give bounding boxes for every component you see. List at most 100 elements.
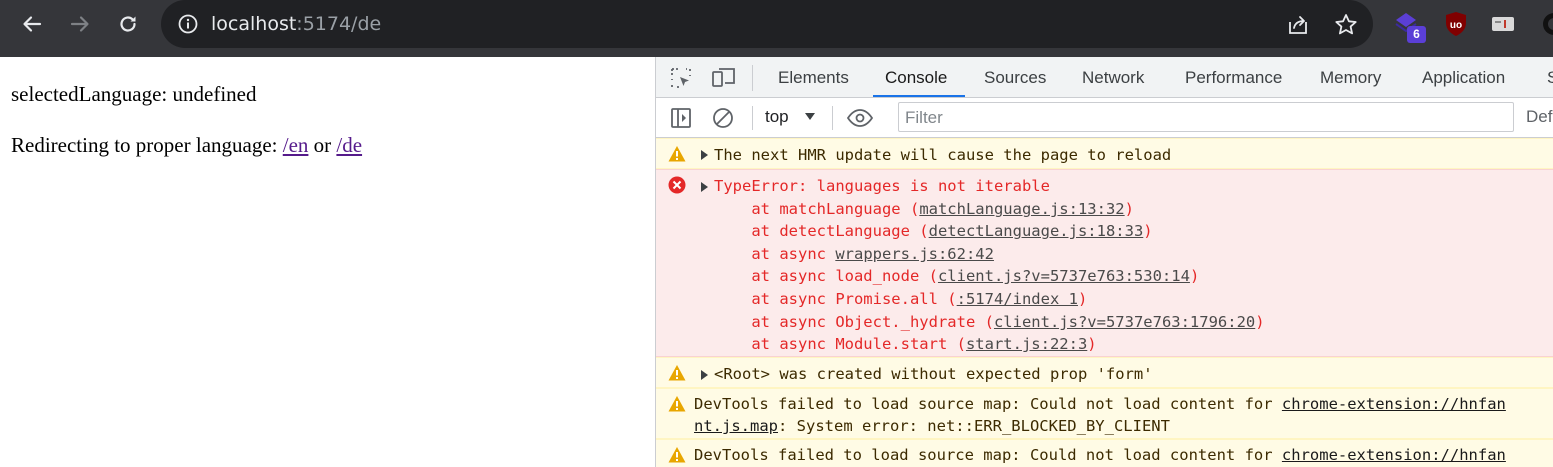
stack-frame: at async wrappers.js:62:42	[714, 243, 994, 265]
console-warning[interactable]: The next HMR update will cause the page …	[656, 138, 1553, 169]
stack-frame: at async Promise.all (:5174/index 1)	[714, 288, 1087, 310]
stack-frame-suffix: )	[1143, 222, 1153, 240]
stack-frame: at async Module.start (start.js:22:3)	[714, 333, 1097, 355]
stack-frame-link[interactable]: client.js?v=5737e763:1796:20	[994, 313, 1255, 331]
console-error[interactable]: TypeError: languages is not iterable at …	[656, 169, 1553, 357]
stack-frame-prefix: at async Promise.all (	[714, 290, 957, 308]
link-separator: or	[308, 133, 337, 157]
forward-button[interactable]	[63, 8, 97, 40]
toolbar-separator	[832, 106, 833, 130]
address-bar[interactable]: localhost:5174/de	[161, 0, 1373, 48]
source-map-link[interactable]: chrome-extension://hnfan	[1282, 395, 1506, 413]
toolbar-separator	[752, 65, 753, 91]
tab-console[interactable]: Console	[872, 57, 966, 97]
tab-memory[interactable]: Memory	[1320, 57, 1381, 97]
stack-frame: at matchLanguage (matchLanguage.js:13:32…	[714, 198, 1134, 220]
stack-frame-link[interactable]: client.js?v=5737e763:530:14	[938, 267, 1190, 285]
tab-elements[interactable]: Elements	[778, 57, 849, 97]
warning-text-continued: nt.js.map: System error: net::ERR_BLOCKE…	[694, 415, 1170, 437]
profile-avatar[interactable]	[1540, 10, 1553, 38]
avatar-icon	[1543, 13, 1553, 35]
console-toolbar: top Filter Def	[656, 98, 1553, 138]
stack-frame-suffix: )	[1077, 290, 1088, 308]
expand-triangle-icon[interactable]	[701, 150, 708, 160]
info-icon[interactable]	[177, 13, 199, 35]
reload-icon	[120, 16, 136, 32]
devtools-panel: Elements Console Sources Network Perform…	[655, 57, 1553, 467]
redirect-prefix: Redirecting to proper language:	[11, 133, 283, 157]
expand-triangle-icon[interactable]	[701, 182, 708, 192]
browser-toolbar: localhost:5174/de 6 uo	[0, 0, 1553, 57]
stack-frame-link[interactable]: wrappers.js:62:42	[835, 245, 994, 263]
stack-frame-suffix: )	[1087, 335, 1097, 353]
inspect-element-icon[interactable]	[669, 66, 693, 90]
stack-frame-link[interactable]: :5174/index 1	[957, 290, 1078, 308]
tab-sources[interactable]: Sources	[984, 57, 1046, 97]
share-icon[interactable]	[1285, 12, 1311, 38]
stack-frame-link[interactable]: matchLanguage.js:13:32	[919, 200, 1124, 218]
card-extension-icon	[1492, 17, 1514, 31]
stack-frame: at async load_node (client.js?v=5737e763…	[714, 265, 1199, 287]
expand-triangle-icon[interactable]	[701, 370, 708, 380]
url-text[interactable]: localhost:5174/de	[211, 12, 381, 36]
warning-prefix: DevTools failed to load source map: Coul…	[694, 395, 1282, 413]
redirect-text: Redirecting to proper language: /en or /…	[11, 133, 362, 158]
stack-frame-prefix: at matchLanguage (	[714, 200, 920, 218]
page-content: selectedLanguage: undefined Redirecting …	[0, 57, 655, 467]
warning-icon	[668, 365, 686, 381]
context-label: top	[765, 107, 789, 126]
tab-performance[interactable]: Performance	[1185, 57, 1282, 97]
error-title: TypeError: languages is not iterable	[714, 177, 1050, 195]
stack-frame: at async Object._hydrate (client.js?v=57…	[714, 311, 1265, 333]
back-button[interactable]	[15, 8, 49, 40]
stack-frame: at detectLanguage (detectLanguage.js:18:…	[714, 220, 1153, 242]
warning-text: DevTools failed to load source map: Coul…	[694, 393, 1506, 415]
stack-frame-link[interactable]: detectLanguage.js:18:33	[929, 222, 1144, 240]
stack-frame-prefix: at async Module.start (	[714, 335, 966, 353]
selected-language-text: selectedLanguage: undefined	[11, 82, 257, 106]
link-en[interactable]: /en	[283, 133, 309, 157]
error-icon	[668, 176, 686, 194]
warning-text: DevTools failed to load source map: Coul…	[694, 444, 1506, 466]
toolbar-separator	[752, 106, 753, 130]
tab-application[interactable]: Application	[1422, 57, 1505, 97]
link-de[interactable]: /de	[336, 133, 362, 157]
filter-input[interactable]: Filter	[898, 102, 1514, 132]
device-toolbar-icon[interactable]	[711, 66, 737, 90]
console-warning[interactable]: <Root> was created without expected prop…	[656, 357, 1553, 388]
source-map-link[interactable]: chrome-extension://hnfan	[1282, 446, 1506, 464]
url-path: :5174/de	[296, 13, 382, 35]
source-map-file-link[interactable]: nt.js.map	[694, 417, 778, 435]
warning-prefix: DevTools failed to load source map: Coul…	[694, 446, 1282, 464]
eye-icon[interactable]	[846, 107, 874, 129]
console-warning[interactable]: DevTools failed to load source map: Coul…	[656, 388, 1553, 439]
dropdown-triangle-icon[interactable]	[804, 112, 816, 122]
extension-card-button[interactable]	[1489, 10, 1517, 38]
ublock-extension-button[interactable]: uo	[1442, 10, 1470, 38]
context-selector[interactable]: top	[765, 107, 789, 127]
svg-text:uo: uo	[1450, 20, 1462, 31]
warning-icon	[668, 396, 686, 412]
devtools-tabbar: Elements Console Sources Network Perform…	[656, 57, 1553, 98]
tab-network[interactable]: Network	[1082, 57, 1144, 97]
stack-frame-suffix: )	[1255, 313, 1265, 331]
stack-frame-link[interactable]: start.js:22:3	[966, 335, 1087, 353]
stack-frame-suffix: )	[1189, 267, 1200, 285]
default-levels-dropdown[interactable]: Def	[1526, 107, 1552, 127]
extension-layers-button[interactable]: 6	[1393, 10, 1426, 43]
reload-button[interactable]	[111, 8, 145, 40]
tab-overflow[interactable]: S	[1547, 57, 1553, 97]
extension-badge: 6	[1407, 26, 1426, 43]
warning-text: The next HMR update will cause the page …	[714, 146, 1172, 164]
stack-frame-prefix: at async load_node (	[714, 267, 938, 285]
bookmark-star-icon[interactable]	[1333, 12, 1359, 38]
warning-icon	[668, 146, 686, 162]
ublock-shield-icon: uo	[1446, 12, 1466, 36]
stack-frame-prefix: at detectLanguage (	[714, 222, 929, 240]
clear-console-icon[interactable]	[712, 107, 734, 129]
warning-icon	[668, 447, 686, 463]
sidebar-toggle-icon[interactable]	[670, 107, 692, 129]
stack-frame-prefix: at async Object._hydrate (	[714, 313, 994, 331]
console-warning[interactable]: DevTools failed to load source map: Coul…	[656, 439, 1553, 467]
warning-text: <Root> was created without expected prop…	[714, 365, 1153, 383]
